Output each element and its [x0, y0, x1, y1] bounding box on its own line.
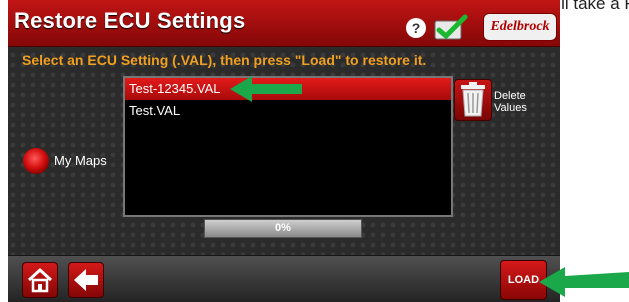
delete-values-button[interactable]	[454, 79, 492, 121]
my-maps-label: My Maps	[54, 153, 107, 168]
brand-logo: Edelbrock	[483, 13, 557, 41]
back-button[interactable]	[68, 262, 104, 298]
my-maps-radio[interactable]	[23, 148, 49, 174]
checkmark-icon[interactable]	[434, 14, 468, 42]
delete-label-line1: Delete	[494, 90, 526, 102]
window-title: Restore ECU Settings	[14, 8, 246, 33]
help-icon[interactable]: ?	[406, 18, 426, 38]
title-bar: Restore ECU Settings ? Edelbrock	[8, 0, 560, 47]
instruction-text: Select an ECU Setting (.VAL), then press…	[22, 52, 427, 68]
delete-label-line2: Values	[494, 102, 527, 114]
progress-bar: 0%	[204, 219, 362, 238]
home-button[interactable]	[22, 262, 58, 298]
ecu-screen: Restore ECU Settings ? Edelbrock Select …	[8, 0, 560, 302]
annotation-arrow-icon	[230, 76, 302, 102]
delete-values-label: Delete Values	[494, 90, 554, 114]
annotation-arrow-icon	[539, 267, 629, 297]
home-icon	[27, 268, 53, 293]
trash-can-icon	[461, 82, 485, 117]
back-arrow-icon	[74, 269, 98, 291]
